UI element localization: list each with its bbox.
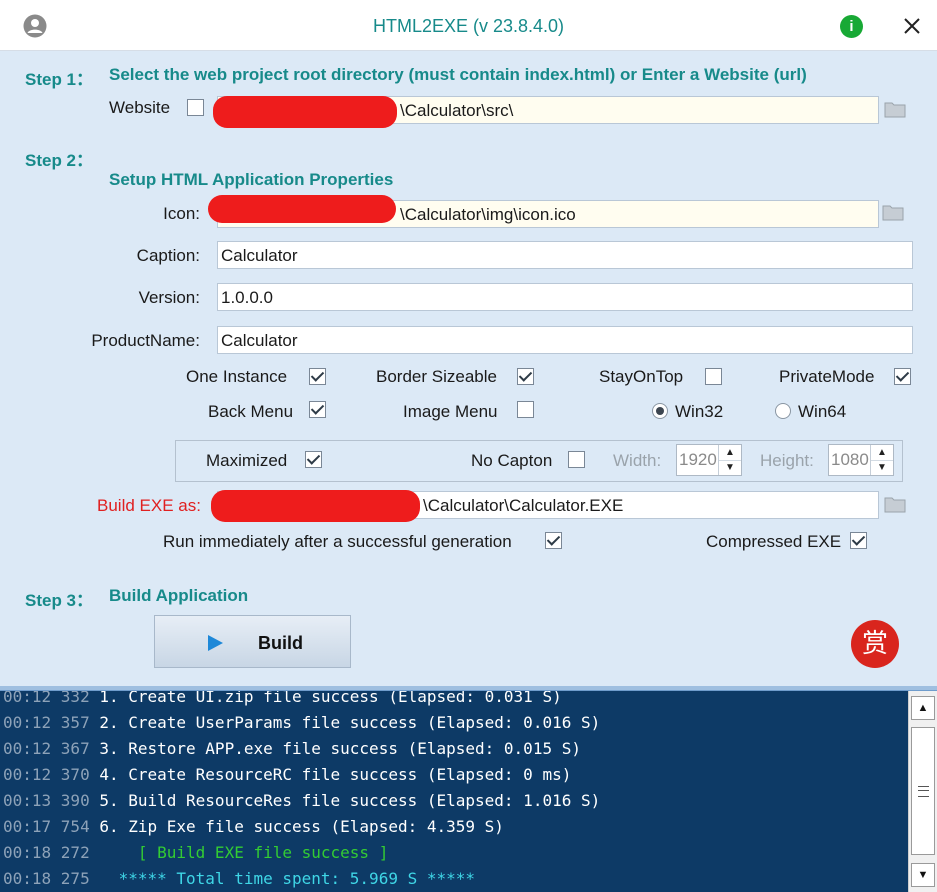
step3-label: Step 3： [25, 591, 94, 610]
log-line: 00:12 332 1. Create UI.zip file success … [3, 691, 562, 706]
folder-icon[interactable] [884, 100, 906, 118]
log-line-total: 00:18 275 ***** Total time spent: 5.969 … [3, 869, 476, 888]
width-label: Width: [613, 451, 662, 470]
image-menu-checkbox[interactable] [517, 401, 534, 418]
step1-label: Step 1： [25, 70, 94, 89]
stay-on-top-checkbox[interactable] [705, 368, 722, 385]
run-after-checkbox[interactable] [545, 532, 562, 549]
play-icon [208, 635, 223, 651]
log-scrollbar[interactable]: ▲ ▼ [908, 691, 937, 892]
border-sizeable-checkbox[interactable] [517, 368, 534, 385]
close-icon[interactable] [900, 14, 924, 38]
scroll-up-icon[interactable]: ▲ [911, 696, 935, 720]
win32-radio[interactable] [652, 403, 668, 419]
caption-label: Caption: [136, 246, 200, 265]
redaction-mark [211, 490, 420, 522]
win32-label: Win32 [675, 402, 724, 421]
width-spinner[interactable]: 1920 ▲ ▼ [676, 444, 742, 476]
back-menu-checkbox[interactable] [309, 401, 326, 418]
build-button-label: Build [258, 633, 303, 653]
image-menu-label: Image Menu [403, 402, 498, 421]
step2-title: Setup HTML Application Properties [109, 170, 394, 189]
step1-title: Select the web project root directory (m… [109, 65, 807, 84]
step3-title: Build Application [109, 586, 249, 605]
build-log: 00:12 332 1. Create UI.zip file success … [0, 691, 908, 892]
caption-input[interactable]: Calculator [217, 241, 913, 269]
compressed-checkbox[interactable] [850, 532, 867, 549]
run-after-label: Run immediately after a successful gener… [163, 532, 512, 551]
icon-label: Icon: [163, 204, 200, 223]
height-spinner[interactable]: 1080 ▲ ▼ [828, 444, 894, 476]
one-instance-checkbox[interactable] [309, 368, 326, 385]
private-mode-label: PrivateMode [779, 367, 875, 386]
info-icon[interactable]: i [840, 15, 863, 38]
productname-input[interactable]: Calculator [217, 326, 913, 354]
compressed-label: Compressed EXE [706, 532, 842, 551]
log-line: 00:17 754 6. Zip Exe file success (Elaps… [3, 817, 504, 836]
redaction-mark [208, 195, 396, 223]
spin-down-icon[interactable]: ▼ [719, 460, 741, 475]
folder-icon[interactable] [884, 495, 906, 513]
win64-radio[interactable] [775, 403, 791, 419]
log-line: 00:12 357 2. Create UserParams file succ… [3, 713, 601, 732]
grip-icon [918, 786, 929, 797]
maximized-label: Maximized [206, 451, 288, 470]
title-bar: HTML2EXE (v 23.8.4.0) i [0, 0, 937, 51]
stay-on-top-label: StayOnTop [599, 367, 684, 386]
scroll-thumb[interactable] [911, 727, 935, 855]
window-title: HTML2EXE (v 23.8.4.0) [372, 16, 565, 36]
width-value: 1920 [679, 450, 717, 469]
border-sizeable-label: Border Sizeable [376, 367, 497, 386]
back-menu-label: Back Menu [208, 402, 294, 421]
height-value: 1080 [831, 450, 869, 469]
website-checkbox[interactable] [187, 99, 204, 116]
redaction-mark [213, 96, 397, 128]
one-instance-label: One Instance [186, 367, 288, 386]
productname-label: ProductName: [91, 331, 200, 350]
no-caption-checkbox[interactable] [568, 451, 585, 468]
folder-icon[interactable] [882, 203, 904, 221]
no-caption-label: No Capton [471, 451, 553, 470]
reward-icon[interactable]: 赏 [851, 620, 899, 668]
private-mode-checkbox[interactable] [894, 368, 911, 385]
build-button[interactable]: Build [154, 615, 351, 668]
build-as-label: Build EXE as: [97, 496, 201, 515]
website-label: Website [109, 98, 171, 117]
height-label: Height: [760, 451, 814, 470]
step2-label: Step 2： [25, 151, 94, 170]
log-line: 00:12 370 4. Create ResourceRC file succ… [3, 765, 572, 784]
spin-up-icon[interactable]: ▲ [871, 445, 893, 461]
version-label: Version: [138, 288, 200, 307]
version-input[interactable]: 1.0.0.0 [217, 283, 913, 311]
spin-up-icon[interactable]: ▲ [719, 445, 741, 461]
height-spinner-arrows[interactable]: ▲ ▼ [870, 445, 893, 475]
log-line: 00:13 390 5. Build ResourceRes file succ… [3, 791, 601, 810]
log-line-success: 00:18 272 [ Build EXE file success ] [3, 843, 389, 862]
win64-label: Win64 [798, 402, 847, 421]
spin-down-icon[interactable]: ▼ [871, 460, 893, 475]
log-line: 00:12 367 3. Restore APP.exe file succes… [3, 739, 581, 758]
scroll-down-icon[interactable]: ▼ [911, 863, 935, 887]
maximized-checkbox[interactable] [305, 451, 322, 468]
width-spinner-arrows[interactable]: ▲ ▼ [718, 445, 741, 475]
